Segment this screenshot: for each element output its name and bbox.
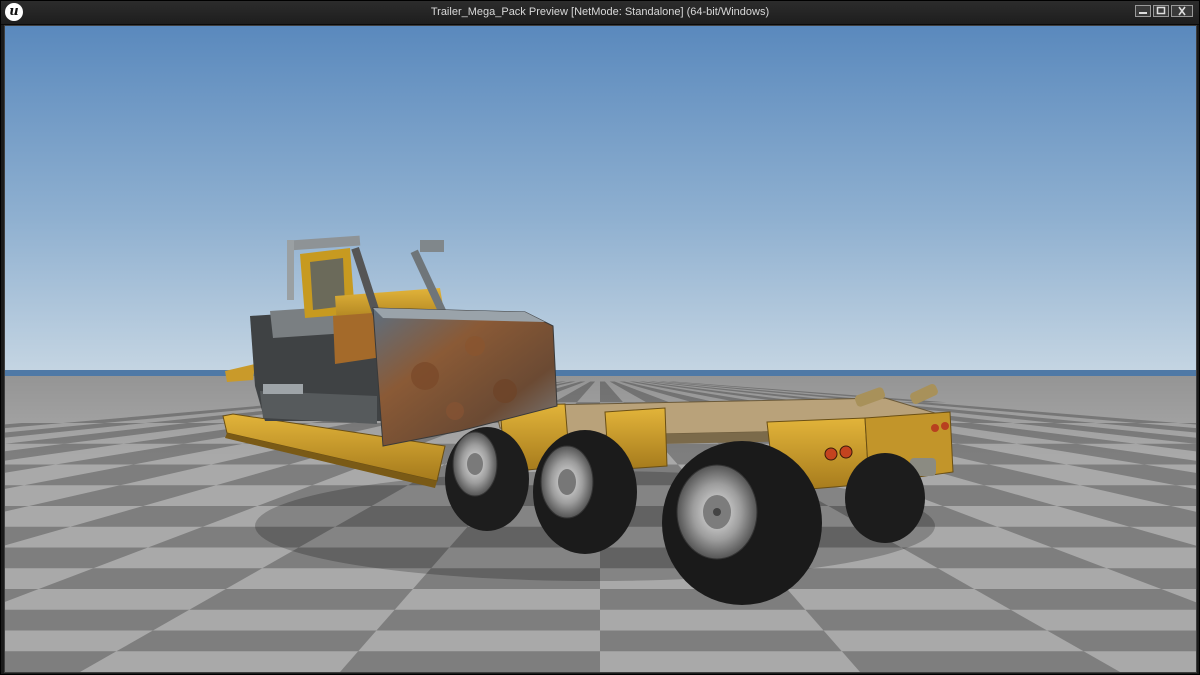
horizon-water	[5, 370, 1196, 376]
checker-tile	[376, 609, 600, 631]
minimize-icon	[1139, 12, 1147, 14]
maximize-button[interactable]	[1153, 5, 1169, 17]
checker-tile	[600, 630, 842, 652]
minimize-button[interactable]	[1135, 5, 1151, 17]
checker-tile	[340, 651, 600, 672]
checker-tile	[189, 589, 413, 610]
checker-tile	[841, 651, 1120, 672]
maximize-icon	[1156, 6, 1166, 15]
title-bar[interactable]: u Trailer_Mega_Pack Preview [NetMode: St…	[1, 1, 1199, 25]
scene-render	[5, 26, 1196, 672]
checker-tile	[805, 609, 1048, 631]
checker-tile	[116, 630, 377, 652]
close-button[interactable]	[1171, 5, 1193, 17]
sky	[5, 26, 1196, 376]
game-window: u Trailer_Mega_Pack Preview [NetMode: St…	[0, 0, 1200, 675]
checker-tile	[974, 589, 1196, 610]
game-viewport[interactable]	[4, 25, 1197, 673]
close-icon	[1178, 6, 1186, 16]
window-controls	[1135, 5, 1193, 17]
window-title: Trailer_Mega_Pack Preview [NetMode: Stan…	[430, 6, 770, 18]
